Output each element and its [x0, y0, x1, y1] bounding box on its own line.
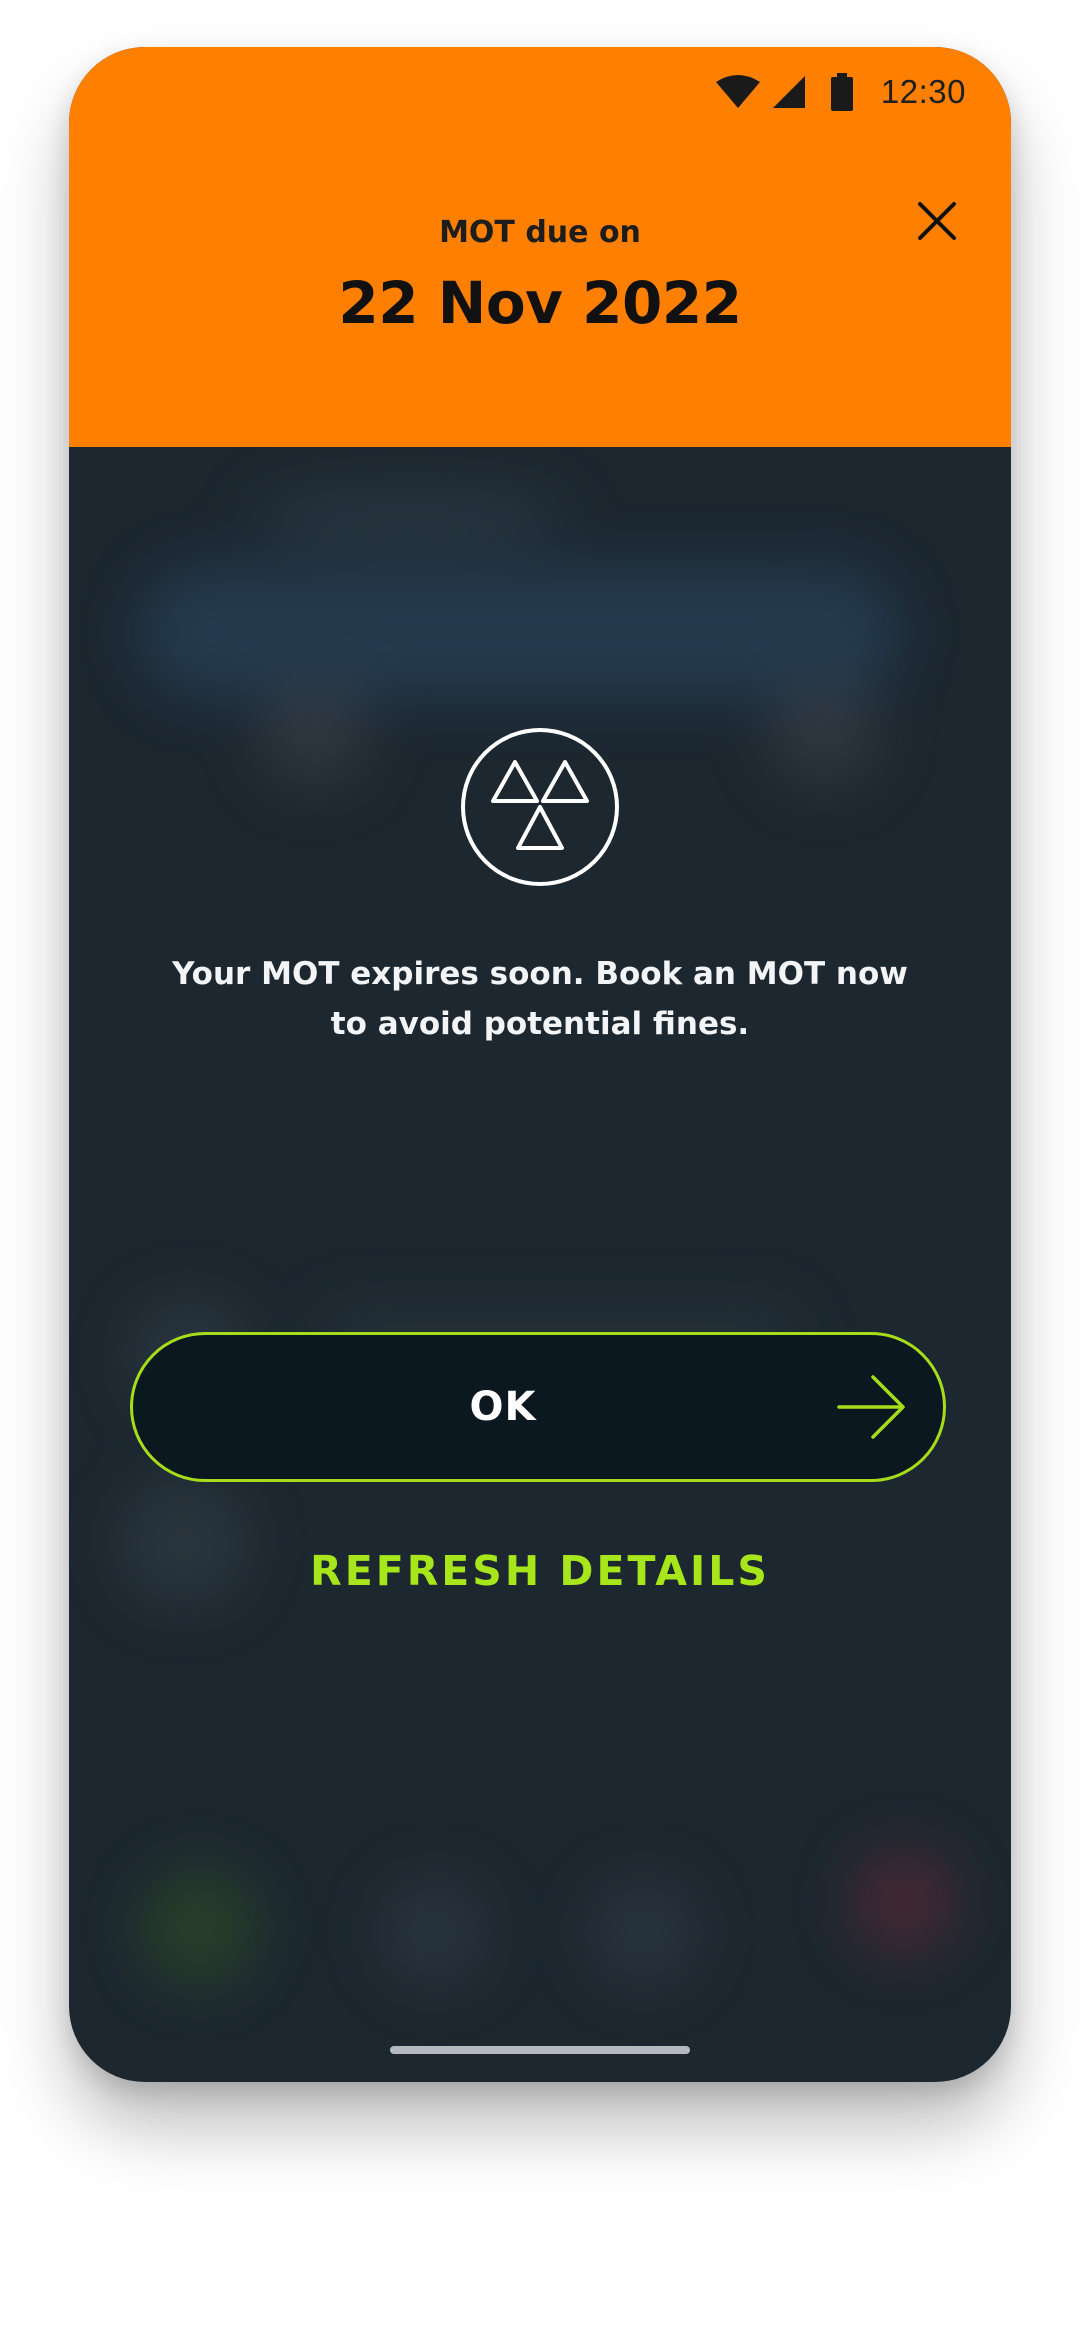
- mot-due-label: MOT due on: [439, 215, 641, 250]
- battery-icon: [830, 73, 853, 111]
- phone-screen: 12:30 MOT due on 22 Nov 2022 Your MOT ex…: [69, 47, 1011, 2082]
- refresh-details-button[interactable]: REFRESH DETAILS: [69, 1547, 1011, 1595]
- mot-triangles-icon: [460, 727, 620, 887]
- mot-due-date: 22 Nov 2022: [338, 269, 742, 337]
- header: 12:30 MOT due on 22 Nov 2022: [69, 47, 1011, 447]
- home-indicator[interactable]: [390, 2046, 690, 2054]
- blurred-background: [69, 447, 1011, 2082]
- ok-button-label: OK: [469, 1384, 537, 1430]
- arrow-right-icon: [835, 1371, 907, 1443]
- cellular-signal-icon: [771, 74, 807, 110]
- ok-button[interactable]: OK: [130, 1332, 946, 1482]
- status-bar: 12:30: [715, 69, 966, 115]
- wifi-icon: [715, 74, 761, 110]
- mot-expiry-message: Your MOT expires soon. Book an MOT now t…: [172, 956, 908, 1042]
- status-time: 12:30: [880, 73, 966, 110]
